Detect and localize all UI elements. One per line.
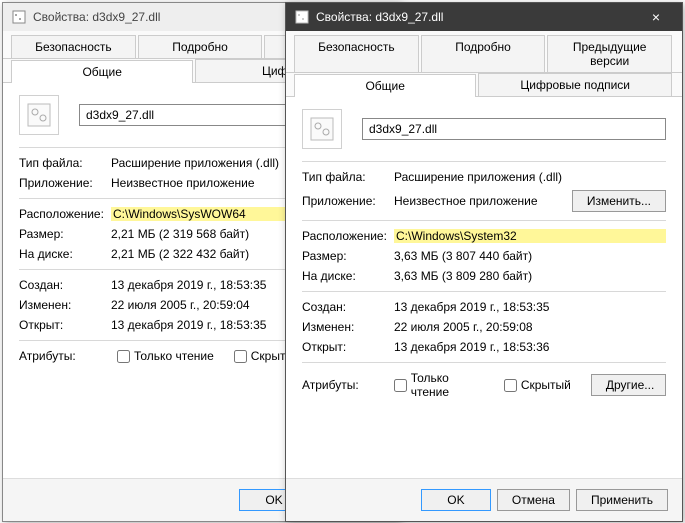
value-location: C:\Windows\System32 [394, 229, 666, 243]
properties-window-front: Свойства: d3dx9_27.dll × Безопасность По… [285, 2, 683, 522]
label-filetype: Тип файла: [302, 170, 394, 184]
close-icon[interactable]: × [636, 3, 676, 31]
label-size: Размер: [302, 249, 394, 263]
cancel-button[interactable]: Отмена [497, 489, 570, 511]
tab-signatures[interactable]: Цифровые подписи [478, 73, 672, 96]
apply-button[interactable]: Применить [576, 489, 668, 511]
divider [302, 220, 666, 221]
change-button[interactable]: Изменить... [572, 190, 666, 212]
file-icon [294, 9, 310, 25]
label-size: Размер: [19, 227, 111, 241]
label-app: Приложение: [19, 176, 111, 190]
tab-row-top: Безопасность Подробно Предыдущие версии [286, 31, 682, 73]
label-attributes: Атрибуты: [302, 378, 388, 392]
checkbox-readonly[interactable]: Только чтение [394, 371, 484, 399]
tab-details[interactable]: Подробно [421, 35, 546, 72]
label-app: Приложение: [302, 194, 394, 208]
label-filetype: Тип файла: [19, 156, 111, 170]
titlebar[interactable]: Свойства: d3dx9_27.dll × [286, 3, 682, 31]
label-ondisk: На диске: [19, 247, 111, 261]
value-accessed: 13 декабря 2019 г., 18:53:36 [394, 340, 666, 354]
other-button[interactable]: Другие... [591, 374, 666, 396]
label-accessed: Открыт: [19, 318, 111, 332]
label-location: Расположение: [302, 229, 394, 243]
file-icon [11, 9, 27, 25]
value-modified: 22 июля 2005 г., 20:59:08 [394, 320, 666, 334]
divider [302, 291, 666, 292]
ok-button[interactable]: OK [421, 489, 491, 511]
label-accessed: Открыт: [302, 340, 394, 354]
label-created: Создан: [302, 300, 394, 314]
tab-security[interactable]: Безопасность [294, 35, 419, 72]
label-ondisk: На диске: [302, 269, 394, 283]
divider [302, 362, 666, 363]
label-modified: Изменен: [19, 298, 111, 312]
value-app: Неизвестное приложение [394, 194, 564, 208]
divider [302, 161, 666, 162]
label-attributes: Атрибуты: [19, 349, 111, 363]
label-created: Создан: [19, 278, 111, 292]
tab-previous[interactable]: Предыдущие версии [547, 35, 672, 72]
dll-icon [19, 95, 59, 135]
tab-security[interactable]: Безопасность [11, 35, 136, 58]
filename-input[interactable] [362, 118, 666, 140]
checkbox-hidden[interactable]: Скрытый [504, 378, 571, 392]
dll-icon [302, 109, 342, 149]
content-panel: Тип файла:Расширение приложения (.dll) П… [286, 97, 682, 417]
tab-general[interactable]: Общие [294, 74, 476, 97]
value-created: 13 декабря 2019 г., 18:53:35 [394, 300, 666, 314]
value-filetype: Расширение приложения (.dll) [394, 170, 666, 184]
label-location: Расположение: [19, 207, 111, 221]
value-ondisk: 3,63 МБ (3 809 280 байт) [394, 269, 666, 283]
value-size: 3,63 МБ (3 807 440 байт) [394, 249, 666, 263]
checkbox-readonly[interactable]: Только чтение [117, 349, 214, 363]
label-modified: Изменен: [302, 320, 394, 334]
tab-details[interactable]: Подробно [138, 35, 263, 58]
dialog-footer: OK Отмена Применить [286, 478, 682, 521]
tab-row-bottom: Общие Цифровые подписи [286, 73, 682, 97]
window-title: Свойства: d3dx9_27.dll [316, 10, 636, 24]
tab-general[interactable]: Общие [11, 60, 193, 83]
